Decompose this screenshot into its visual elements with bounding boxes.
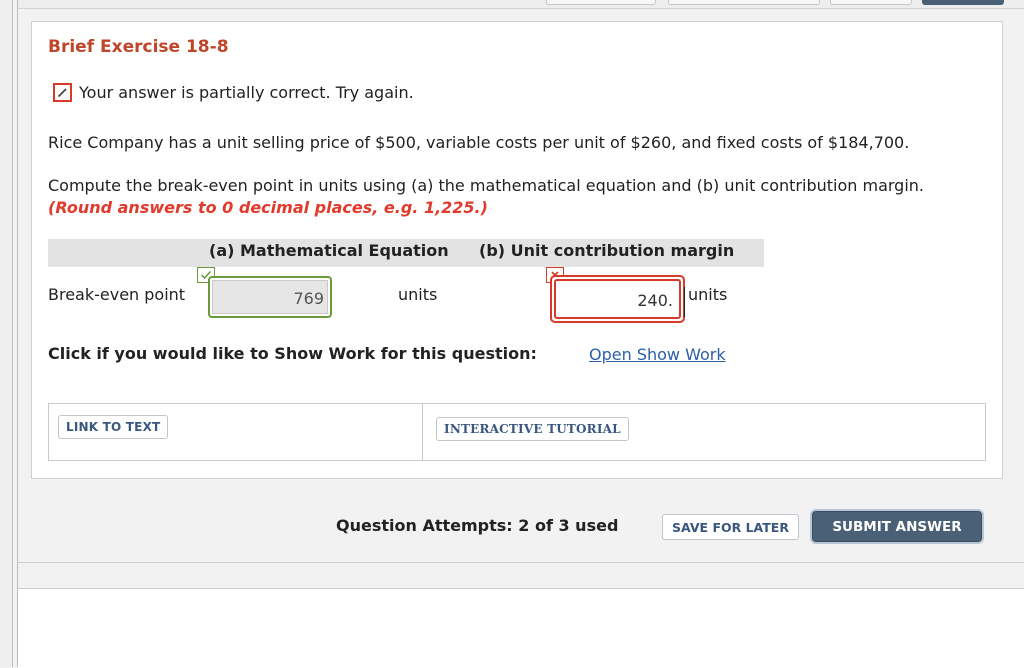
save-for-later-button[interactable]: SAVE FOR LATER [662,514,799,540]
answer-status: Your answer is partially correct. Try ag… [53,83,414,102]
exercise-title: Brief Exercise 18-8 [48,37,229,57]
top-tab-1[interactable] [546,0,656,5]
answer-a-value[interactable]: 769 [212,280,328,314]
status-text: Your answer is partially correct. Try ag… [79,83,414,102]
bottom-panel [18,588,1024,668]
open-show-work-link[interactable]: Open Show Work [589,345,726,364]
show-work-prompt: Click if you would like to Show Work for… [48,344,537,363]
pencil-icon [53,83,72,102]
resources-divider [422,404,423,460]
top-tab-2[interactable] [668,0,820,5]
window-left-edge [0,0,13,667]
answer-b-value: 240. [637,291,673,310]
question-attempts: Question Attempts: 2 of 3 used [336,516,619,535]
window-left-border [17,0,18,667]
column-header-b: (b) Unit contribution margin [479,241,735,260]
column-header-a: (a) Mathematical Equation [209,241,449,260]
rounding-note: (Round answers to 0 decimal places, e.g.… [48,198,488,217]
answer-b-input[interactable]: 240. [554,279,685,319]
top-tab-3[interactable] [830,0,912,5]
instruction-text: Compute the break-even point in units us… [48,176,924,195]
answer-table-header: (a) Mathematical Equation (b) Unit contr… [48,239,764,267]
units-label-a: units [398,285,438,304]
answer-a-field[interactable]: 769 [208,276,332,318]
answer-b-field[interactable]: 240. [550,275,685,323]
top-toolbar-strip [18,0,1024,9]
problem-text: Rice Company has a unit selling price of… [48,133,910,152]
submit-answer-button[interactable]: SUBMIT ANSWER [812,511,982,542]
top-tab-4[interactable] [922,0,1004,5]
question-card: Brief Exercise 18-8 Your answer is parti… [31,21,1003,479]
units-label-b: units [688,285,728,304]
section-divider [18,562,1024,563]
interactive-tutorial-button[interactable]: INTERACTIVE TUTORIAL [436,417,629,441]
resources-panel: LINK TO TEXT INTERACTIVE TUTORIAL [48,403,986,461]
text-caret [684,287,685,317]
link-to-text-button[interactable]: LINK TO TEXT [58,415,169,439]
row-label-break-even: Break-even point [48,285,186,304]
